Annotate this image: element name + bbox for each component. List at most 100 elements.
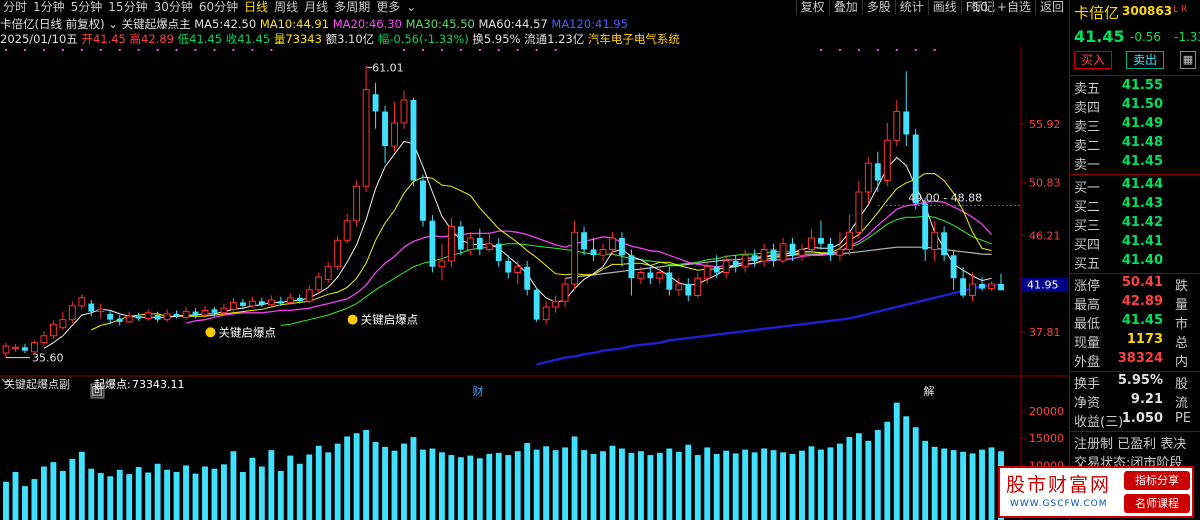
candle-body xyxy=(609,237,616,250)
app-window: 分时 1分钟 5分钟 15分钟 30分钟 60分钟 日线 周线 月线 多周期 更多 ⌄ 标记 复权 叠加多… xyxy=(0,0,1200,520)
bid-row: 买三 41.42 xyxy=(1074,215,1200,234)
low-annotation: 35.60 xyxy=(32,352,64,365)
stat-label: 外盘 xyxy=(1074,355,1101,370)
high-label: 高 xyxy=(129,32,142,46)
candle-body xyxy=(68,305,76,321)
volume-bar xyxy=(486,453,493,520)
volume-bar xyxy=(410,437,417,520)
candle-body xyxy=(201,309,209,316)
open-value: 41.45 xyxy=(92,32,126,46)
candle-body xyxy=(40,335,48,344)
stat-value: 50.41 xyxy=(1121,275,1163,290)
candle-body xyxy=(732,261,739,267)
watermark-url: WWW.GSCFW.COM xyxy=(1010,499,1108,509)
period-tab-8[interactable]: 月线 xyxy=(301,0,331,15)
watermark-title: 股市财富网 xyxy=(1006,474,1112,496)
indicator-info-line: 卡倍亿(日线 前复权) ⌄ 关键起爆点主 MA5:42.50 MA10:44.9… xyxy=(0,16,628,31)
bid-label: 买五 xyxy=(1074,257,1101,272)
candle-body xyxy=(637,272,645,279)
chevron-down-icon[interactable]: ⌄ xyxy=(108,17,121,31)
top-dot-marker xyxy=(137,49,140,51)
stat-label: 最高 xyxy=(1074,298,1101,313)
period-tab-9[interactable]: 多周期 xyxy=(331,0,373,15)
candle-body xyxy=(135,316,142,319)
toolbar-button-1[interactable]: 叠加 xyxy=(828,0,862,15)
ask-label: 卖五 xyxy=(1074,82,1101,97)
volume-bar xyxy=(628,452,635,520)
volume-bar xyxy=(145,472,152,520)
toolbar-button-3[interactable]: 统计 xyxy=(894,0,928,15)
toolbar-button-7[interactable]: 返回 xyxy=(1034,0,1068,15)
candle-body xyxy=(685,284,692,296)
volume-bar xyxy=(969,453,976,520)
toolbar-button-0[interactable]: 复权 xyxy=(795,0,829,15)
candle-body xyxy=(864,162,872,193)
turnover-label: 换 xyxy=(472,32,484,46)
candle-body xyxy=(874,163,881,181)
toolbar-button-5[interactable]: F10 xyxy=(960,0,992,15)
change-value: -0.56(-1.33%) xyxy=(389,32,469,46)
indicator-name[interactable]: 关键起爆点主 xyxy=(122,17,191,31)
money-bag-icon xyxy=(205,327,216,338)
period-tab-5[interactable]: 60分钟 xyxy=(196,0,241,15)
volume-bar xyxy=(391,450,398,520)
candle-body xyxy=(988,283,995,290)
volume-bar xyxy=(694,455,701,520)
fin-label: 换手 xyxy=(1074,377,1101,392)
volume-bar xyxy=(543,446,550,520)
candle-body xyxy=(722,260,730,273)
period-tab-1[interactable]: 1分钟 xyxy=(30,0,68,15)
candle-body xyxy=(343,220,351,241)
stat-value: 38324 xyxy=(1117,351,1163,366)
ask-price: 41.49 xyxy=(1121,116,1163,131)
volume-bar xyxy=(600,451,606,520)
candle-body xyxy=(836,249,844,256)
float-value: 1.23亿 xyxy=(547,32,585,46)
more-chevron-icon[interactable]: ⌄ xyxy=(403,0,419,15)
candle-body xyxy=(581,232,587,250)
ask-row: 卖四 41.50 xyxy=(1074,97,1200,116)
kline-chart[interactable]: 55.9250.8346.2142.0137.8161.0135.6049.00… xyxy=(0,46,1068,520)
volume-bar xyxy=(438,452,445,520)
candle-body xyxy=(931,231,939,250)
ma-line-ma20 xyxy=(185,200,992,324)
toolbar-button-6[interactable]: +自选 xyxy=(991,0,1035,15)
candle-body xyxy=(125,315,133,323)
candle-body xyxy=(410,100,417,181)
volume-bar xyxy=(808,446,815,520)
period-tab-3[interactable]: 15分钟 xyxy=(105,0,150,15)
volume-bar xyxy=(221,464,227,520)
sell-button[interactable]: 卖出 xyxy=(1126,51,1164,69)
sector-name[interactable]: 汽车电子电气系统 xyxy=(588,32,680,46)
period-tab-6[interactable]: 日线 xyxy=(241,0,271,15)
grid-icon[interactable]: ▦ xyxy=(1180,51,1196,69)
candle-body xyxy=(552,300,560,308)
right-toolbar: 复权 叠加 多股 统计 画线 F10 +自选 返回 xyxy=(795,0,1068,15)
period-tab-4[interactable]: 30分钟 xyxy=(151,0,196,15)
top-dot-marker xyxy=(251,49,254,51)
volume-bar xyxy=(581,450,587,520)
volume-bar xyxy=(979,449,985,520)
top-dot-marker xyxy=(156,49,159,51)
current-price-label: 41.95 xyxy=(1027,279,1059,292)
stat-row: 最高 42.89 量 xyxy=(1074,294,1200,313)
divider xyxy=(1070,431,1200,432)
candle-body xyxy=(571,231,579,285)
volume-bar xyxy=(562,447,569,520)
period-tab-7[interactable]: 周线 xyxy=(271,0,301,15)
volume-bar xyxy=(22,486,28,520)
volume-bar xyxy=(855,433,862,520)
volume-bar xyxy=(164,469,171,520)
buy-button[interactable]: 买入 xyxy=(1074,51,1112,69)
toolbar-button-4[interactable]: 画线 xyxy=(927,0,961,15)
volume-bar xyxy=(126,474,133,520)
top-dot-marker xyxy=(440,49,443,51)
volume-bar xyxy=(770,450,777,520)
period-tab-0[interactable]: 分时 xyxy=(0,0,30,15)
period-tab-2[interactable]: 5分钟 xyxy=(68,0,106,15)
volume-bar xyxy=(287,455,294,520)
divider xyxy=(1070,273,1200,274)
toolbar-button-2[interactable]: 多股 xyxy=(861,0,895,15)
period-tab-10[interactable]: 更多 xyxy=(373,0,403,15)
volume-bar xyxy=(401,443,407,520)
